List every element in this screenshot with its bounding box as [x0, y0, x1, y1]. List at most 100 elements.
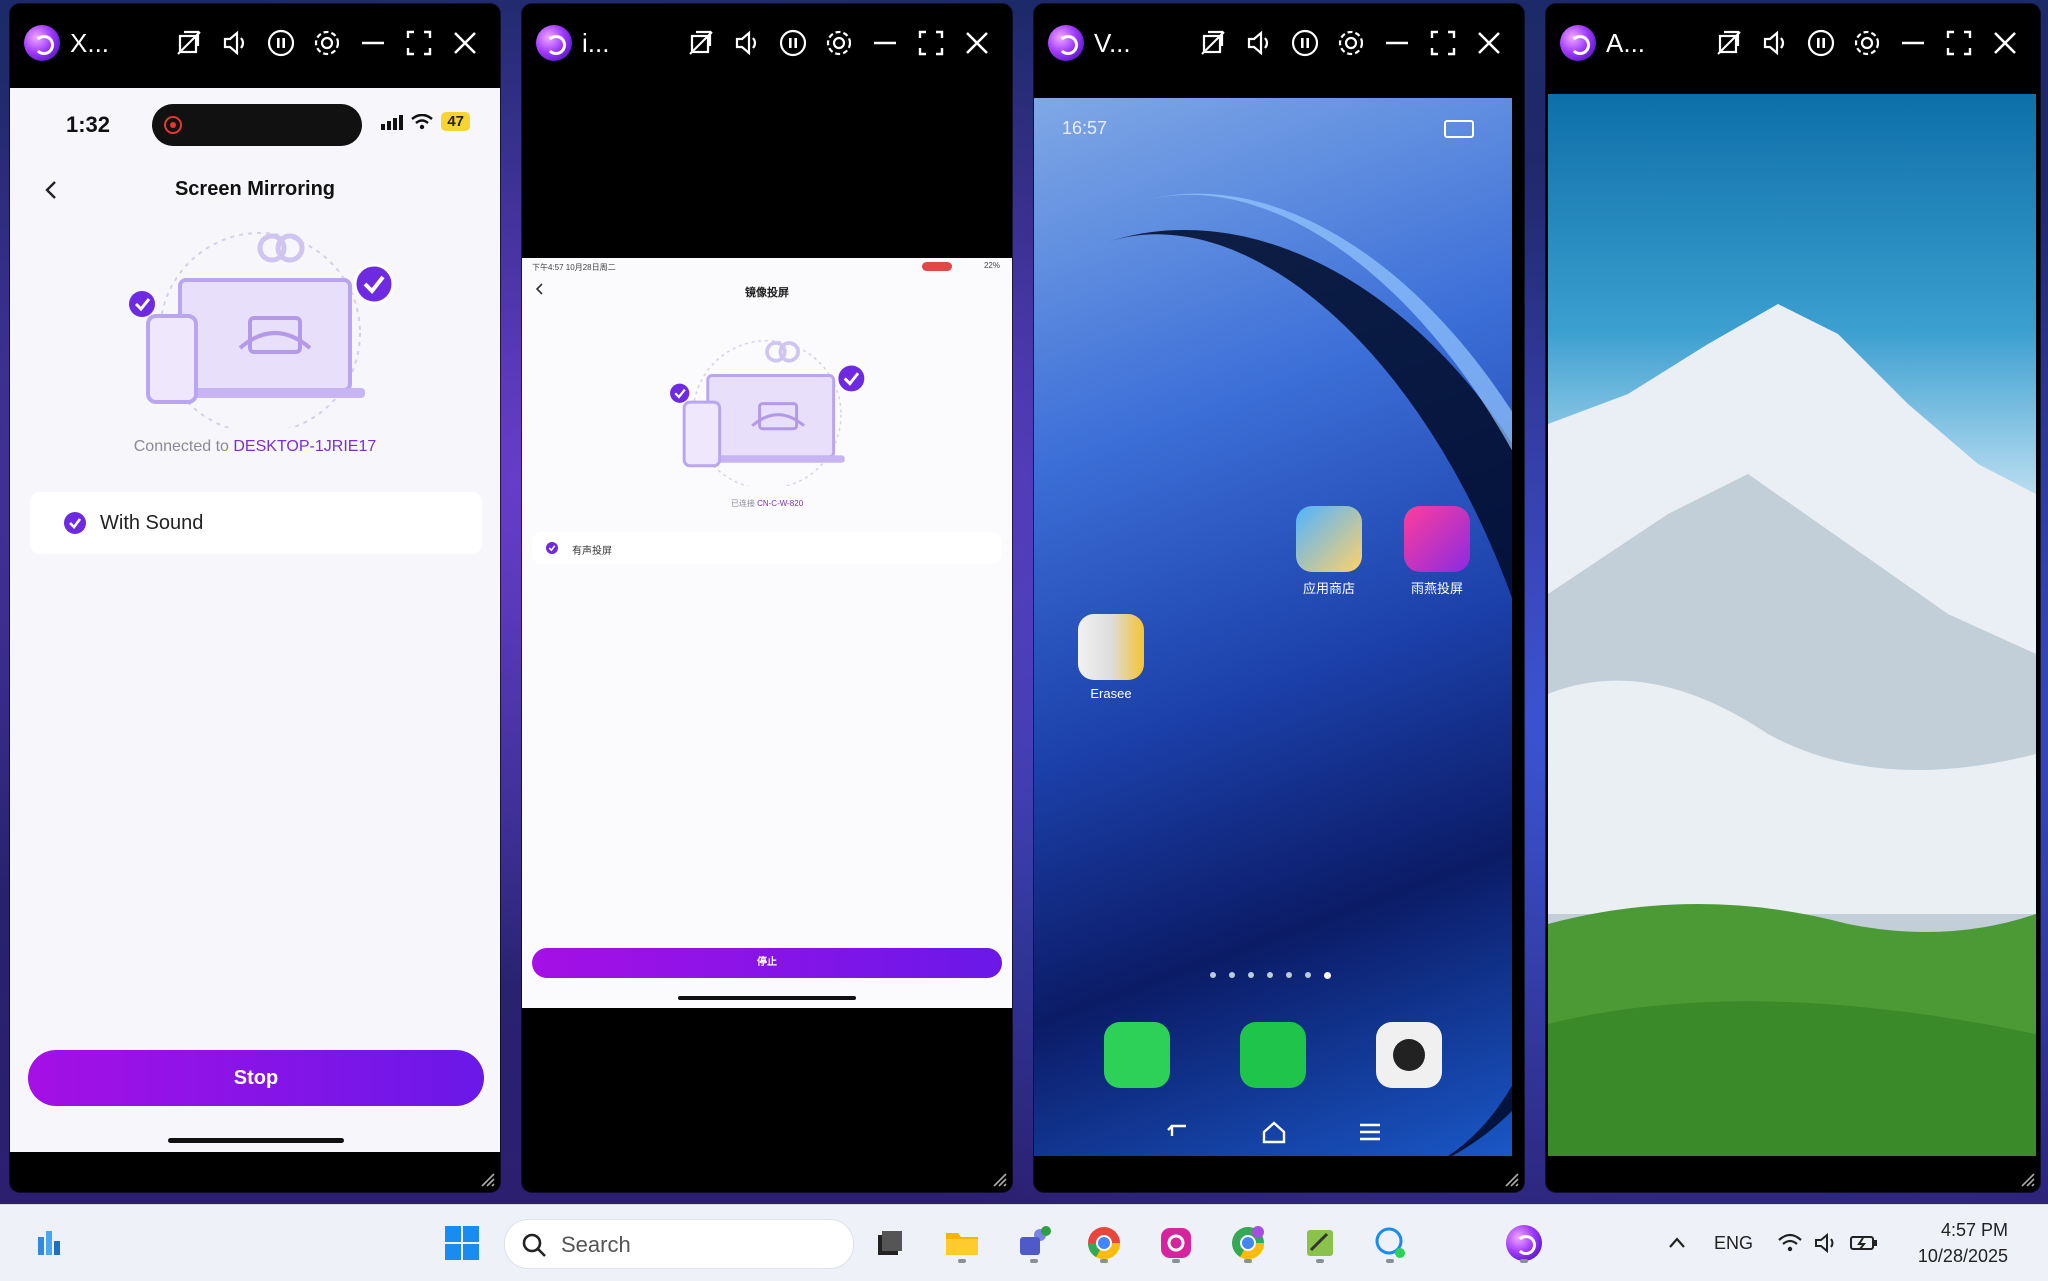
- close-icon[interactable]: [1982, 20, 2028, 66]
- phone-screen[interactable]: 16:57 应用商店 雨燕投屏 Erasee: [1034, 88, 1512, 1156]
- volume-icon[interactable]: [724, 20, 770, 66]
- with-sound-label: With Sound: [100, 512, 204, 534]
- settings-gear-icon[interactable]: [1844, 20, 1890, 66]
- language-indicator[interactable]: ENG: [1714, 1233, 1753, 1254]
- phone3.apps.0.icon[interactable]: [1296, 506, 1362, 572]
- app-label: 应用商店: [1302, 581, 1355, 596]
- resize-grip-icon[interactable]: [2018, 1170, 2036, 1188]
- search-icon: [522, 1233, 546, 1257]
- mirror-window-3[interactable]: V... 16:57 应用商店 雨燕投屏 Erasee: [1034, 4, 1524, 1192]
- chat-app-icon[interactable]: [1366, 1219, 1414, 1267]
- screen-cast-app-icon[interactable]: [1404, 506, 1470, 572]
- app-logo-icon: [1048, 25, 1084, 61]
- phone-icon[interactable]: [1104, 1022, 1170, 1088]
- with-sound-option[interactable]: 有声投屏: [532, 532, 1002, 564]
- settings-gear-icon[interactable]: [816, 20, 862, 66]
- window-titlebar[interactable]: i...: [522, 4, 1012, 82]
- system-tray: ENG: [1666, 1205, 1879, 1281]
- checkbox-checked-icon[interactable]: [64, 512, 86, 534]
- chevron-up-icon[interactable]: [1666, 1232, 1688, 1254]
- settings-gear-icon[interactable]: [304, 20, 350, 66]
- task-view-icon[interactable]: [866, 1219, 914, 1267]
- instagram-icon[interactable]: [1152, 1219, 1200, 1267]
- mirror-window-2[interactable]: i... 下午4:57 10月28日周二 22% 镜像投屏 已连接 CN-C-W…: [522, 4, 1012, 1192]
- connection-status: 已连接 CN-C-W-820: [730, 499, 804, 508]
- phone-screen[interactable]: 1:32 47 Screen Mirroring Connected to DE…: [10, 88, 500, 1152]
- close-icon[interactable]: [442, 20, 488, 66]
- back-nav-icon[interactable]: [1164, 1118, 1192, 1146]
- pause-icon[interactable]: [258, 20, 304, 66]
- with-sound-option[interactable]: With Sound: [30, 492, 482, 554]
- stop-button[interactable]: 停止: [532, 948, 1002, 978]
- pause-icon[interactable]: [1798, 20, 1844, 66]
- clock-time: 4:57 PM: [1940, 1220, 2008, 1240]
- checkbox-checked-icon[interactable]: [546, 542, 558, 554]
- recording-indicator: [922, 262, 952, 271]
- volume-icon[interactable]: [1236, 20, 1282, 66]
- window-title: V...: [1094, 27, 1131, 58]
- fullscreen-icon[interactable]: [1420, 20, 1466, 66]
- stop-button[interactable]: Stop: [28, 1050, 484, 1106]
- window-titlebar[interactable]: V...: [1034, 4, 1524, 82]
- resize-grip-icon[interactable]: [478, 1170, 496, 1188]
- rotate-screen-icon[interactable]: [166, 20, 212, 66]
- status-time: 1:32: [66, 112, 111, 137]
- volume-icon[interactable]: [1752, 20, 1798, 66]
- volume-icon[interactable]: [212, 20, 258, 66]
- home-nav-icon[interactable]: [1260, 1118, 1288, 1146]
- wechat-icon[interactable]: [1240, 1022, 1306, 1088]
- app-logo-icon: [24, 25, 60, 61]
- rotate-screen-icon[interactable]: [1706, 20, 1752, 66]
- battery-icon: [1444, 120, 1474, 138]
- app-label: 雨燕投屏: [1410, 581, 1463, 596]
- minimize-icon[interactable]: [1374, 20, 1420, 66]
- dynamic-island: [152, 104, 362, 146]
- app-logo-icon: [1560, 25, 1596, 61]
- fullscreen-icon[interactable]: [396, 20, 442, 66]
- mirror-window-4[interactable]: A...: [1546, 4, 2040, 1192]
- app-label: Erasee: [1090, 686, 1132, 701]
- resize-grip-icon[interactable]: [1502, 1170, 1520, 1188]
- rotate-screen-icon[interactable]: [678, 20, 724, 66]
- with-sound-label: 有声投屏: [572, 546, 612, 557]
- camera-icon[interactable]: [1376, 1022, 1442, 1088]
- pause-icon[interactable]: [770, 20, 816, 66]
- minimize-icon[interactable]: [350, 20, 396, 66]
- battery-level: 47: [441, 112, 470, 131]
- fullscreen-icon[interactable]: [1936, 20, 1982, 66]
- close-icon[interactable]: [954, 20, 1000, 66]
- file-explorer-icon[interactable]: [938, 1219, 986, 1267]
- widgets-icon[interactable]: [26, 1219, 74, 1267]
- fullscreen-icon[interactable]: [908, 20, 954, 66]
- rotate-screen-icon[interactable]: [1190, 20, 1236, 66]
- battery-charging-icon[interactable]: [1849, 1232, 1879, 1254]
- page-dots: [1210, 972, 1331, 979]
- taskbar-clock[interactable]: 4:57 PM 10/28/2025: [1918, 1217, 2008, 1269]
- chrome-icon[interactable]: [1080, 1219, 1128, 1267]
- tablet-screen[interactable]: 下午4:57 10月28日周二 22% 镜像投屏 已连接 CN-C-W-820 …: [522, 258, 1012, 1008]
- close-icon[interactable]: [1466, 20, 1512, 66]
- window-titlebar[interactable]: X...: [10, 4, 500, 82]
- notepad-app-icon[interactable]: [1296, 1219, 1344, 1267]
- desktop-screen[interactable]: [1548, 94, 2036, 1156]
- mirror-window-1[interactable]: X... 1:32 47 Screen Mirroring Connected …: [10, 4, 500, 1192]
- window-titlebar[interactable]: A...: [1546, 4, 2040, 82]
- minimize-icon[interactable]: [862, 20, 908, 66]
- minimize-icon[interactable]: [1890, 20, 1936, 66]
- wifi-icon[interactable]: [1777, 1232, 1803, 1254]
- teams-icon[interactable]: [1010, 1219, 1058, 1267]
- page-title: Screen Mirroring: [174, 178, 336, 200]
- taskbar: Search ENG 4:57 PM 10/28/2025: [0, 1204, 2048, 1281]
- resize-grip-icon[interactable]: [990, 1170, 1008, 1188]
- window-title: A...: [1606, 27, 1646, 58]
- pause-icon[interactable]: [1282, 20, 1328, 66]
- settings-gear-icon[interactable]: [1328, 20, 1374, 66]
- chrome-profile-icon[interactable]: [1224, 1219, 1272, 1267]
- speaker-icon[interactable]: [1813, 1232, 1839, 1254]
- battery-level: 22%: [983, 261, 1000, 270]
- erasee-app-icon[interactable]: [1078, 614, 1144, 680]
- mirroring-app-icon[interactable]: [1500, 1219, 1548, 1267]
- taskbar-search[interactable]: Search: [504, 1219, 854, 1269]
- menu-nav-icon[interactable]: [1356, 1118, 1384, 1146]
- start-button-icon[interactable]: [438, 1219, 486, 1267]
